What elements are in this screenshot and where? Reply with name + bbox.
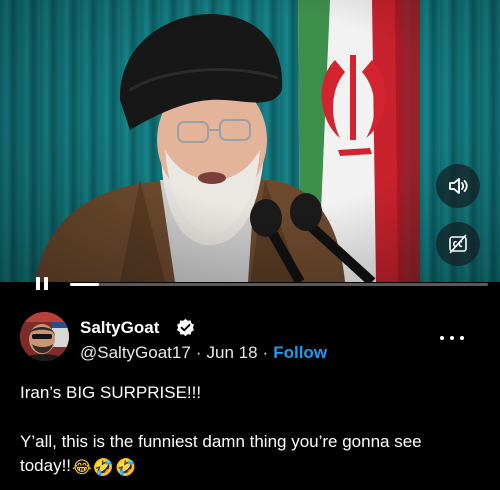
post-text-line: today!!😂🤣🤣 [20, 455, 136, 477]
display-name[interactable]: SaltyGoat [80, 318, 159, 338]
user-handle[interactable]: @SaltyGoat17 [80, 343, 191, 362]
progress-fill [70, 283, 100, 286]
separator-dot: · [195, 343, 202, 362]
post-text-line: Iran’s BIG SURPRISE!!! [20, 383, 202, 402]
closed-captions-icon [449, 234, 467, 254]
speaker-on-icon [449, 178, 468, 194]
captions-button[interactable] [436, 222, 480, 266]
more-horizontal-icon[interactable] [440, 334, 464, 342]
post-text-fragment: today!! [20, 456, 72, 475]
laughing-emoji: 😂 [72, 458, 92, 478]
playback-controls [0, 270, 500, 292]
rolling-laughing-emoji: 🤣 [92, 458, 115, 478]
volume-button[interactable] [436, 164, 480, 208]
handle-row: @SaltyGoat17 · Jun 18 · Follow [80, 343, 327, 363]
avatar[interactable] [20, 312, 69, 361]
video-vignette [0, 0, 500, 282]
tweet-body: SaltyGoat @SaltyGoat17 · Jun 18 · Follow Ira… [0, 290, 500, 490]
post-date[interactable]: Jun 18 [207, 343, 258, 362]
rolling-laughing-emoji: 🤣 [115, 458, 137, 478]
separator-dot: · [262, 343, 269, 362]
tweet-screen: SaltyGoat @SaltyGoat17 · Jun 18 · Follow Ira… [0, 0, 500, 490]
follow-button[interactable]: Follow [273, 343, 327, 362]
verified-badge-icon [177, 318, 194, 337]
video-player[interactable] [0, 0, 500, 282]
avatar-image [20, 312, 69, 361]
progress-bar[interactable] [70, 283, 488, 286]
post-text-line: Y’all, this is the funniest damn thing y… [20, 432, 422, 451]
